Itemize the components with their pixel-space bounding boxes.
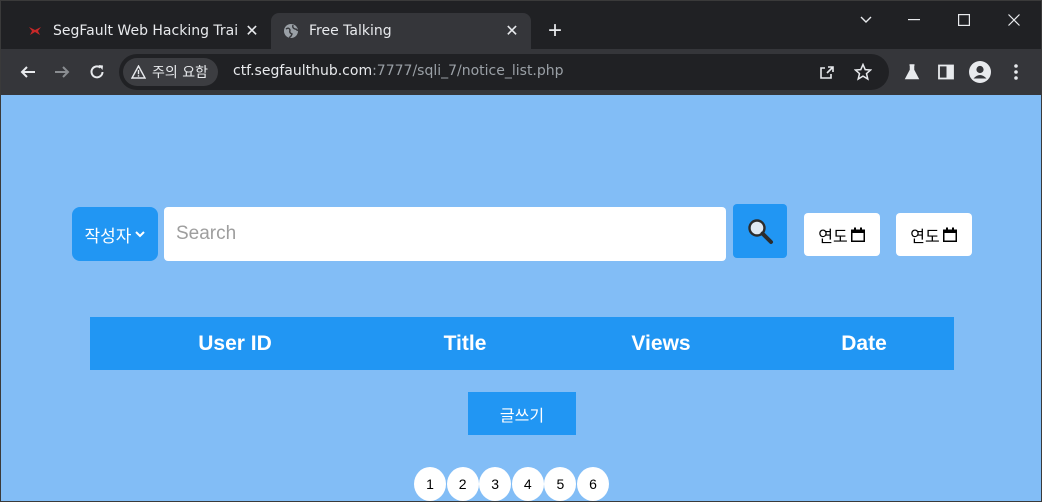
column-header-date[interactable]: Date [799, 317, 929, 370]
tab-strip: SegFault Web Hacking Trai ✕ Free Talking… [1, 1, 1041, 49]
tab-free-talking[interactable]: Free Talking ✕ [271, 13, 531, 49]
close-window-icon[interactable] [991, 7, 1037, 33]
page-button-4[interactable]: 4 [511, 467, 544, 501]
warning-icon [131, 65, 146, 79]
minimize-icon[interactable] [891, 7, 937, 33]
url-path: :7777/sqli_7/notice_list.php [372, 63, 564, 79]
labs-flask-icon[interactable] [899, 59, 925, 85]
calendar-icon[interactable] [942, 227, 958, 243]
page-button-1[interactable]: 1 [414, 467, 446, 501]
column-header-user-id[interactable]: User ID [170, 317, 300, 370]
forward-arrow-icon[interactable] [49, 59, 75, 85]
security-chip[interactable]: 주의 요함 [123, 58, 218, 86]
url-text[interactable]: ctf.segfaulthub.com:7777/sqli_7/notice_l… [233, 63, 564, 79]
search-button[interactable] [733, 204, 787, 258]
page-button-2[interactable]: 2 [446, 467, 479, 501]
browser-window: SegFault Web Hacking Trai ✕ Free Talking… [0, 0, 1042, 502]
address-bar[interactable]: 주의 요함 ctf.segfaulthub.com:7777/sqli_7/no… [119, 54, 889, 90]
calendar-icon[interactable] [850, 227, 866, 243]
profile-avatar-icon[interactable] [967, 59, 993, 85]
notice-table-header: User ID Title Views Date [90, 317, 954, 370]
write-post-button[interactable]: 글쓰기 [468, 392, 576, 435]
category-select-value: 작성자 [84, 226, 132, 247]
maximize-icon[interactable] [941, 7, 987, 33]
new-tab-button[interactable]: + [542, 18, 568, 44]
close-tab-icon[interactable]: ✕ [501, 20, 523, 42]
close-tab-icon[interactable]: ✕ [241, 20, 263, 42]
search-input[interactable] [164, 207, 726, 261]
side-panel-icon[interactable] [933, 59, 959, 85]
security-label: 주의 요함 [152, 65, 208, 81]
column-header-title[interactable]: Title [400, 317, 530, 370]
page-content: 작성자 연도 연도 User ID Title Views Date 글쓰기 1 [1, 95, 1041, 501]
reload-icon[interactable] [84, 59, 110, 85]
date-from-input[interactable]: 연도 [804, 213, 880, 256]
segfault-logo-icon [27, 23, 43, 39]
share-icon[interactable] [815, 60, 839, 84]
globe-icon [283, 23, 299, 39]
category-select[interactable]: 작성자 [72, 207, 158, 261]
date-to-input[interactable]: 연도 [896, 213, 972, 256]
back-arrow-icon[interactable] [15, 59, 41, 85]
tab-title: Free Talking [309, 23, 392, 39]
pagination: 1 2 3 4 5 6 [414, 467, 610, 501]
tab-segfault[interactable]: SegFault Web Hacking Trai ✕ [15, 13, 271, 49]
bookmark-star-icon[interactable] [851, 60, 875, 84]
tab-title: SegFault Web Hacking Trai [53, 23, 239, 39]
page-button-5[interactable]: 5 [544, 467, 577, 501]
search-icon [748, 219, 773, 244]
more-menu-icon[interactable] [1003, 59, 1029, 85]
url-host: ctf.segfaulthub.com [233, 63, 373, 79]
browser-toolbar: 주의 요함 ctf.segfaulthub.com:7777/sqli_7/no… [1, 49, 1041, 95]
chevron-down-icon [135, 231, 146, 238]
column-header-views[interactable]: Views [596, 317, 726, 370]
page-button-3[interactable]: 3 [479, 467, 512, 501]
tab-search-icon[interactable] [843, 7, 889, 33]
page-button-6[interactable]: 6 [576, 467, 609, 501]
date-from-label: 연도 [818, 226, 848, 246]
date-to-label: 연도 [910, 226, 940, 246]
